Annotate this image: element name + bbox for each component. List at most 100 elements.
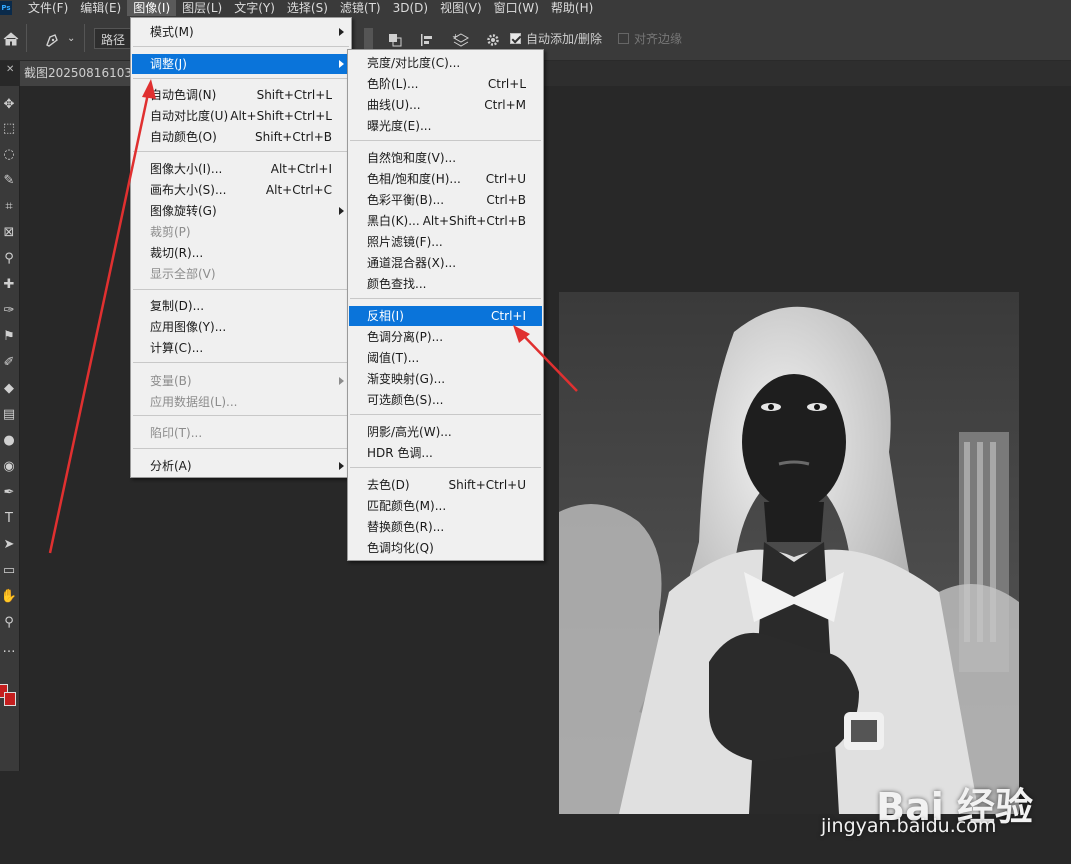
pen-tool-icon[interactable] <box>44 32 60 48</box>
inverted-portrait-image <box>559 292 1019 814</box>
image-menu-item-6[interactable]: 画布大小(S)... Alt+Ctrl+C <box>132 180 350 200</box>
adjust-menu-item-0[interactable]: 亮度/对比度(C)... <box>349 53 542 73</box>
adjust-menu-item-label: 曲线(U)... <box>367 98 421 112</box>
adjust-menu-item-5[interactable]: 色相/饱和度(H)... Ctrl+U <box>349 169 542 189</box>
shape-icon[interactable]: ▭ <box>0 560 18 582</box>
menu-filter[interactable]: 滤镜(T) <box>334 0 387 16</box>
menu-file[interactable]: 文件(F) <box>22 0 74 16</box>
stamp-icon[interactable]: ⚑ <box>0 326 18 348</box>
adjust-menu-item-21[interactable]: 色调均化(Q) <box>349 538 542 558</box>
path-arrangement-icon[interactable]: + <box>452 32 470 48</box>
adjust-menu-item-17[interactable]: HDR 色调... <box>349 443 542 463</box>
hand-icon[interactable]: ✋ <box>0 586 18 608</box>
type-icon[interactable]: T <box>0 508 18 530</box>
adjust-menu-item-shortcut: Ctrl+U <box>485 172 526 186</box>
home-icon[interactable] <box>3 31 19 47</box>
zoom-icon[interactable]: ⚲ <box>0 612 18 634</box>
menu-select[interactable]: 选择(S) <box>281 0 334 16</box>
menu-help[interactable]: 帮助(H) <box>545 0 599 16</box>
history-brush-icon[interactable]: ✐ <box>0 352 18 374</box>
adjust-menu-item-8[interactable]: 照片滤镜(F)... <box>349 232 542 252</box>
adjust-menu-item-16[interactable]: 阴影/高光(W)... <box>349 422 542 442</box>
adjust-menu-item-9[interactable]: 通道混合器(X)... <box>349 253 542 273</box>
adjust-menu-item-6[interactable]: 色彩平衡(B)... Ctrl+B <box>349 190 542 210</box>
panel-close-icon[interactable]: ✕ <box>6 64 14 75</box>
image-menu-item-17[interactable]: 分析(A) <box>132 456 350 476</box>
adjust-menu-item-7[interactable]: 黑白(K)... Alt+Shift+Ctrl+B <box>349 211 542 231</box>
adjust-menu-item-19[interactable]: 匹配颜色(M)... <box>349 496 542 516</box>
auto-add-delete-checkbox[interactable]: 自动添加/删除 <box>510 30 602 47</box>
path-alignment-icon[interactable] <box>420 33 434 47</box>
quick-select-icon[interactable]: ✎ <box>0 170 18 192</box>
align-edges-label: 对齐边缘 <box>634 32 683 46</box>
adjust-menu-item-shortcut: Shift+Ctrl+U <box>448 478 526 492</box>
image-menu-item-13[interactable]: 计算(C)... <box>132 338 350 358</box>
adjust-menu-item-12[interactable]: 色调分离(P)... <box>349 327 542 347</box>
image-menu-item-5[interactable]: 图像大小(I)... Alt+Ctrl+I <box>132 159 350 179</box>
image-menu-item-4[interactable]: 自动颜色(O) Shift+Ctrl+B <box>132 127 350 147</box>
menu-separator <box>350 414 541 415</box>
align-edges-checkbox[interactable]: 对齐边缘 <box>618 30 682 47</box>
pen-icon[interactable]: ✒ <box>0 482 18 504</box>
menu-view[interactable]: 视图(V) <box>434 0 488 16</box>
image-menu-item-label: 应用数据组(L)... <box>150 395 238 409</box>
image-menu-item-label: 复制(D)... <box>150 299 205 313</box>
chevron-down-icon[interactable]: ⌄ <box>67 33 75 44</box>
marquee-icon[interactable]: ⬚ <box>0 118 18 140</box>
image-menu-item-7[interactable]: 图像旋转(G) <box>132 201 350 221</box>
adjust-menu-item-14[interactable]: 渐变映射(G)... <box>349 369 542 389</box>
image-menu-item-3[interactable]: 自动对比度(U) Alt+Shift+Ctrl+L <box>132 106 350 126</box>
eyedropper-icon[interactable]: ⚲ <box>0 248 18 270</box>
path-select-icon[interactable]: ➤ <box>0 534 18 556</box>
background-color-swatch[interactable] <box>4 692 16 706</box>
move-icon[interactable]: ✥ <box>0 94 18 116</box>
menu-type[interactable]: 文字(Y) <box>228 0 281 16</box>
submenu-arrow-icon <box>339 462 344 470</box>
document-tab[interactable]: 截图20250816103951 <box>20 61 132 86</box>
adjust-menu-item-1[interactable]: 色阶(L)... Ctrl+L <box>349 74 542 94</box>
adjust-menu-item-18[interactable]: 去色(D) Shift+Ctrl+U <box>349 475 542 495</box>
adjust-menu-item-13[interactable]: 阈值(T)... <box>349 348 542 368</box>
image-menu-item-12[interactable]: 应用图像(Y)... <box>132 317 350 337</box>
blur-icon[interactable]: ● <box>0 430 18 452</box>
image-menu-item-8: 裁剪(P) <box>132 222 350 242</box>
menu-separator <box>350 298 541 299</box>
image-menu-item-label: 画布大小(S)... <box>150 183 227 197</box>
adjust-menu-item-3[interactable]: 曝光度(E)... <box>349 116 542 136</box>
frame-icon[interactable]: ⊠ <box>0 222 18 244</box>
adjust-menu-item-4[interactable]: 自然饱和度(V)... <box>349 148 542 168</box>
lasso-icon[interactable]: ◌ <box>0 144 18 166</box>
adjust-menu-item-10[interactable]: 颜色查找... <box>349 274 542 294</box>
adjust-menu-item-2[interactable]: 曲线(U)... Ctrl+M <box>349 95 542 115</box>
image-menu-item-label: 陷印(T)... <box>150 426 203 440</box>
tool-mode-select[interactable]: 路径 <box>94 28 132 49</box>
menu-3d[interactable]: 3D(D) <box>387 0 434 16</box>
image-menu-item-0[interactable]: 模式(M) <box>132 22 350 42</box>
eraser-icon[interactable]: ◆ <box>0 378 18 400</box>
adjust-menu-item-label: 亮度/对比度(C)... <box>367 56 461 70</box>
adjust-menu-item-label: 色阶(L)... <box>367 77 419 91</box>
path-operations-icon[interactable] <box>388 33 402 47</box>
adjust-menu-item-11[interactable]: 反相(I) Ctrl+I <box>349 306 542 326</box>
gear-icon[interactable] <box>486 33 500 47</box>
menu-window[interactable]: 窗口(W) <box>488 0 545 16</box>
menu-separator <box>133 362 349 363</box>
crop-icon[interactable]: ⌗ <box>0 196 18 218</box>
image-menu-item-2[interactable]: 自动色调(N) Shift+Ctrl+L <box>132 85 350 105</box>
adjust-menu-item-20[interactable]: 替换颜色(R)... <box>349 517 542 537</box>
adjust-menu-item-15[interactable]: 可选颜色(S)... <box>349 390 542 410</box>
menu-image[interactable]: 图像(I) <box>127 0 177 16</box>
healing-icon[interactable]: ✚ <box>0 274 18 296</box>
more-icon[interactable]: … <box>0 638 18 660</box>
image-menu-item-9[interactable]: 裁切(R)... <box>132 243 350 263</box>
auto-add-delete-label: 自动添加/删除 <box>526 32 603 46</box>
brush-icon[interactable]: ✑ <box>0 300 18 322</box>
image-menu-item-11[interactable]: 复制(D)... <box>132 296 350 316</box>
menu-layer[interactable]: 图层(L) <box>176 0 228 16</box>
gradient-icon[interactable]: ▤ <box>0 404 18 426</box>
image-menu-item-15: 应用数据组(L)... <box>132 392 350 412</box>
dodge-icon[interactable]: ◉ <box>0 456 18 478</box>
image-menu-item-1[interactable]: 调整(J) <box>132 54 350 74</box>
menu-edit[interactable]: 编辑(E) <box>74 0 127 16</box>
shape-button[interactable] <box>364 28 373 49</box>
